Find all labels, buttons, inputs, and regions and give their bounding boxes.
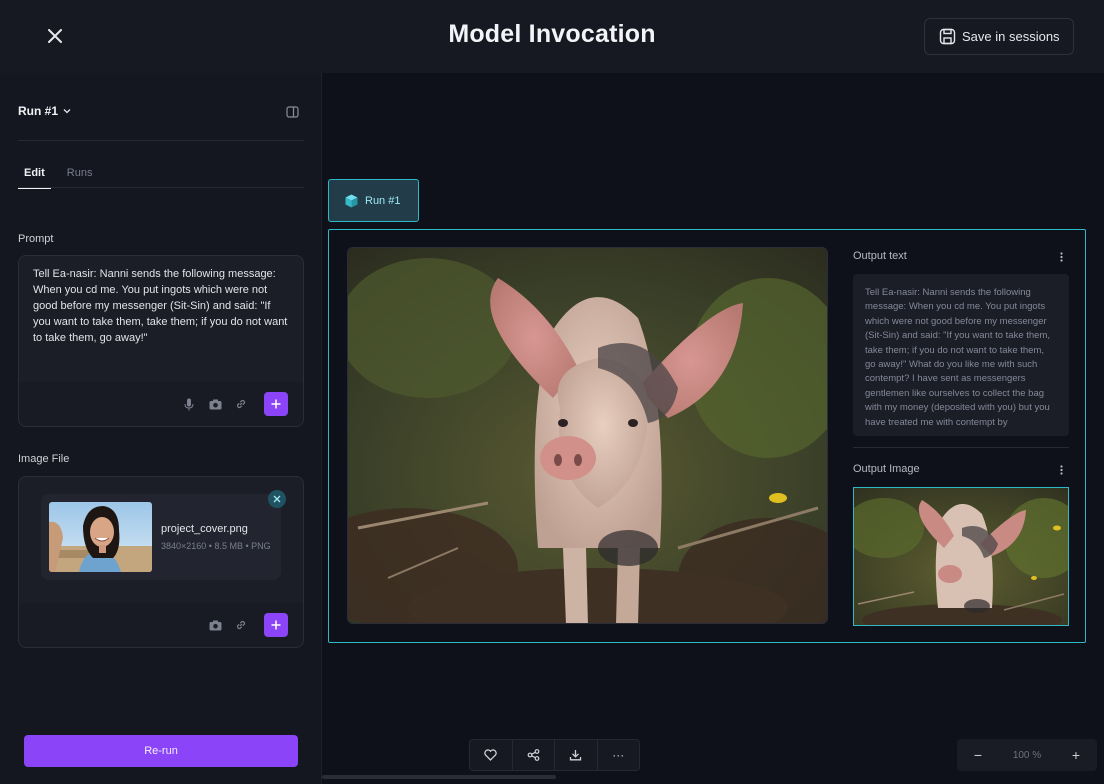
- link-button[interactable]: [234, 397, 248, 411]
- camera-button[interactable]: [208, 397, 222, 411]
- output-image-menu-button[interactable]: [1055, 463, 1067, 477]
- panel-toggle-button[interactable]: [286, 105, 299, 123]
- output-text-label: Output text: [853, 250, 907, 262]
- divider: [853, 447, 1069, 448]
- share-icon: [527, 749, 540, 761]
- header-bar: Model Invocation Save in sessions: [0, 0, 1104, 73]
- sidebar-panel-icon: [286, 106, 299, 118]
- run-chip[interactable]: Run #1: [328, 179, 419, 222]
- prompt-text[interactable]: Tell Ea-nasir: Nanni sends the following…: [19, 256, 303, 382]
- cube-icon: [345, 194, 358, 207]
- chevron-down-icon: [63, 109, 71, 114]
- more-options-button[interactable]: ···: [598, 740, 640, 770]
- horizontal-scrollbar[interactable]: [322, 775, 556, 779]
- more-horizontal-icon: ···: [612, 748, 625, 762]
- main-image: [347, 247, 828, 624]
- camera-button[interactable]: [208, 618, 222, 632]
- run-selector-label: Run #1: [18, 104, 59, 118]
- rerun-button[interactable]: Re-run: [24, 735, 298, 767]
- more-vertical-icon: [1059, 465, 1063, 475]
- file-name: project_cover.png: [161, 523, 248, 535]
- file-card: project_cover.png 3840×2160 • 8.5 MB • P…: [41, 494, 281, 580]
- run-result-frame: Output text Tell Ea-nasir: Nanni sends t…: [328, 229, 1086, 643]
- tab-edit[interactable]: Edit: [18, 167, 51, 189]
- plus-icon: [271, 620, 281, 630]
- download-icon: [570, 750, 582, 761]
- zoom-level: 100 %: [1012, 749, 1042, 761]
- plus-icon: [271, 399, 281, 409]
- camera-icon: [209, 620, 221, 630]
- link-button[interactable]: [234, 618, 248, 632]
- more-vertical-icon: [1059, 252, 1063, 262]
- microphone-icon: [184, 398, 194, 410]
- download-button[interactable]: [555, 740, 598, 770]
- file-thumbnail: [49, 502, 152, 572]
- zoom-control: − 100 % +: [957, 739, 1097, 771]
- output-column: Output text Tell Ea-nasir: Nanni sends t…: [853, 230, 1069, 644]
- image-file-label: Image File: [18, 453, 70, 465]
- tab-runs[interactable]: Runs: [61, 167, 99, 189]
- share-button[interactable]: [513, 740, 555, 770]
- output-image-label: Output Image: [853, 463, 920, 475]
- prompt-toolbar: [19, 382, 303, 426]
- output-text: Tell Ea-nasir: Nanni sends the following…: [853, 274, 1069, 436]
- output-text-menu-button[interactable]: [1055, 250, 1067, 264]
- zoom-in-button[interactable]: +: [1055, 739, 1097, 771]
- divider: [18, 140, 304, 141]
- image-toolbar: [19, 603, 303, 647]
- action-toolbar: ···: [469, 739, 640, 771]
- prompt-label: Prompt: [18, 233, 54, 245]
- favorite-button[interactable]: [470, 740, 513, 770]
- output-image[interactable]: [853, 487, 1069, 626]
- run-chip-label: Run #1: [365, 194, 401, 207]
- remove-file-button[interactable]: [268, 490, 286, 508]
- save-in-sessions-button[interactable]: Save in sessions: [924, 18, 1074, 55]
- microphone-button[interactable]: [182, 397, 196, 411]
- save-icon: [939, 28, 956, 45]
- sidebar-tabs: Edit Runs: [18, 167, 98, 189]
- add-image-button[interactable]: [264, 613, 288, 637]
- canvas-area: Run #1 Output text Tell Ea-nasir: Nanni …: [322, 73, 1104, 784]
- file-meta: 3840×2160 • 8.5 MB • PNG: [161, 541, 271, 551]
- close-icon: [273, 495, 281, 503]
- heart-icon: [484, 749, 497, 761]
- link-icon: [236, 399, 246, 409]
- sidebar: Run #1 Edit Runs Prompt Tell Ea-nasir: N…: [0, 73, 322, 784]
- camera-icon: [209, 399, 221, 409]
- add-prompt-button[interactable]: [264, 392, 288, 416]
- link-icon: [236, 620, 246, 630]
- image-file-input[interactable]: project_cover.png 3840×2160 • 8.5 MB • P…: [18, 476, 304, 648]
- run-selector[interactable]: Run #1: [18, 104, 71, 118]
- divider: [18, 187, 304, 188]
- prompt-input[interactable]: Tell Ea-nasir: Nanni sends the following…: [18, 255, 304, 427]
- zoom-out-button[interactable]: −: [957, 739, 999, 771]
- save-button-label: Save in sessions: [962, 29, 1060, 44]
